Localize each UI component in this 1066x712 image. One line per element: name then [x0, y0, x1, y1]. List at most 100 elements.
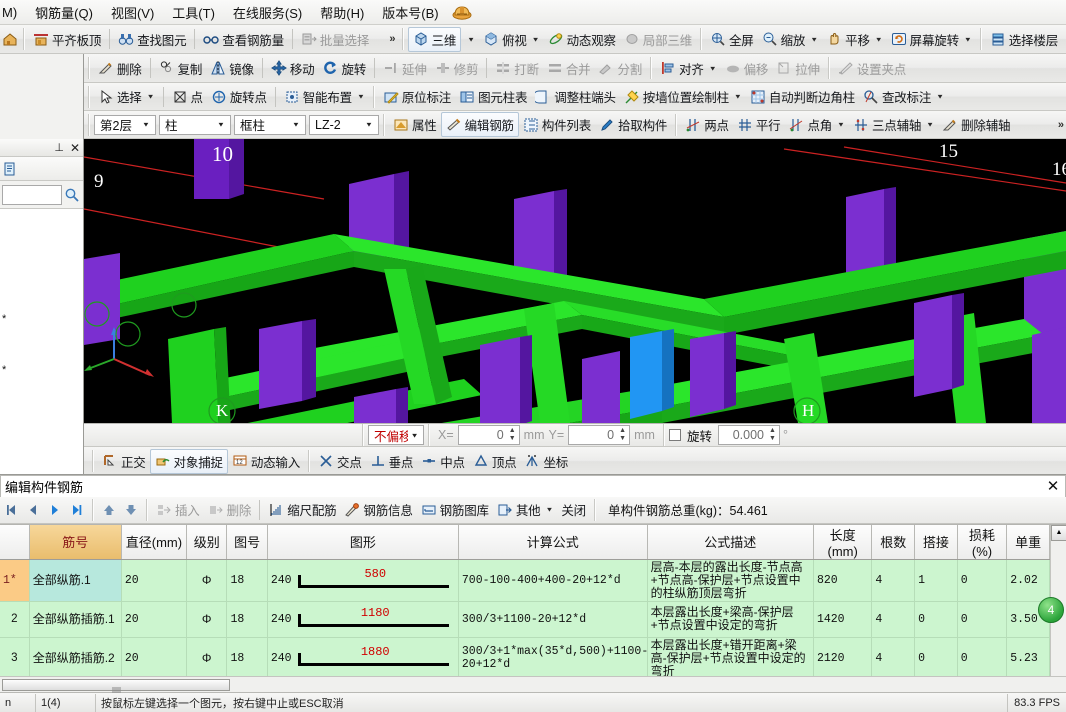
category-combo[interactable]: 柱 ▼ [159, 114, 231, 135]
row-formula[interactable]: 300/3+1*max(35*d,500)+1100-20+12*d [458, 637, 648, 676]
row-diameter[interactable]: 20 [121, 637, 188, 676]
row-figure-number[interactable]: 18 [226, 559, 268, 602]
snap-object[interactable]: 对象捕捉 [149, 448, 228, 474]
toolbar-parallel-axis[interactable]: 平行 [733, 113, 785, 136]
toolbar-two-point-axis[interactable]: 两点 [681, 113, 733, 136]
toolbar-orbit[interactable]: 动态观察 [544, 28, 620, 51]
snap-coordinate[interactable]: 坐标 [520, 450, 572, 473]
spinner-arrows-icon[interactable]: ▲ ▼ [507, 427, 518, 443]
snap-midpoint[interactable]: 中点 [417, 450, 469, 473]
row-formula-desc[interactable]: 层高-本层的露出长度-节点高+节点高-保护层+节点设置中的柱纵筋顶层弯折 [647, 559, 814, 602]
rebar-table-wrapper[interactable]: 筋号 直径(mm) 级别 图号 图形 计算公式 公式描述 长度(mm) 根数 搭… [0, 523, 1066, 676]
scroll-up-arrow-icon[interactable]: ▲ [1051, 524, 1066, 541]
close-icon[interactable]: ✕ [1044, 477, 1062, 495]
rebar-library[interactable]: 钢筋图库 [417, 498, 493, 521]
rotate-checkbox[interactable] [668, 429, 681, 441]
toolbar-element-column-table[interactable]: 图元柱表 [455, 85, 531, 108]
member-combo[interactable]: LZ-2 ▼ [309, 114, 379, 135]
toolbar-edit-rebar[interactable]: 编辑钢筋 [440, 112, 519, 137]
table-row[interactable]: 2 全部纵筋插筋.1 20 Φ 18 240 1180 300/3+1100-2… [0, 601, 1050, 638]
menu-file-truncated[interactable]: M) [0, 2, 26, 23]
row-grade[interactable]: Φ [186, 559, 228, 602]
col-rownum[interactable] [0, 524, 30, 560]
toolbar-3d-view-dropdown[interactable]: ▼ [461, 33, 479, 46]
row-shape[interactable]: 240 1180 [267, 601, 459, 638]
screen-rotate-caret-icon[interactable]: ▼ [964, 35, 972, 42]
row-formula-desc[interactable]: 本层露出长度+梁高-保护层+节点设置中设定的弯折 [647, 601, 814, 638]
toolbar-zoom[interactable]: 缩放 ▼ [758, 28, 823, 51]
row-lap[interactable]: 1 [914, 559, 958, 602]
toolbar-3d-view[interactable]: 三维 [407, 26, 462, 52]
subcategory-combo[interactable]: 框柱 ▼ [234, 114, 306, 135]
rebar-delete-row[interactable]: 删除 [204, 498, 256, 521]
chevron-down-icon[interactable]: ▼ [362, 121, 376, 128]
toolbar-align-slab-top[interactable]: 平齐板顶 [29, 28, 105, 51]
row-shape[interactable]: 240 580 [267, 559, 459, 602]
toolbar-three-point-aux-axis[interactable]: 三点辅轴 ▼ [849, 113, 938, 136]
toolbar-set-grip[interactable]: 设置夹点 [834, 57, 910, 80]
tree-item[interactable] [2, 345, 83, 362]
toolbar-point[interactable]: 点 [168, 85, 207, 108]
toolbar-in-place-annotation[interactable]: 原位标注 [379, 85, 455, 108]
next-record-button[interactable] [44, 499, 66, 521]
row-index[interactable]: 3 [0, 637, 30, 676]
toolbar-stretch[interactable]: 拉伸 [772, 57, 824, 80]
row-lap[interactable]: 0 [914, 601, 958, 638]
snap-dynamic-input[interactable]: 12 动态输入 [228, 450, 304, 473]
toolbar-pan[interactable]: 平移 ▼ [822, 28, 887, 51]
toolbar-select-floor[interactable]: 选择楼层 [986, 28, 1062, 51]
toolbar-extend[interactable]: 延伸 [379, 57, 431, 80]
toolbar-point-angle-axis[interactable]: 点角 ▼ [784, 113, 849, 136]
row-length[interactable]: 1420 [813, 601, 873, 638]
row-diameter[interactable]: 20 [121, 559, 188, 602]
menu-online-service[interactable]: 在线服务(S) [224, 0, 311, 25]
toolbar-rotate[interactable]: 旋转 [318, 57, 370, 80]
toolbar1-overflow-button[interactable]: » [385, 33, 397, 45]
smart-layout-caret-icon[interactable]: ▼ [357, 93, 365, 100]
row-index[interactable]: 1* [0, 559, 30, 602]
menu-version[interactable]: 版本号(B) [373, 0, 447, 25]
row-count[interactable]: 4 [871, 559, 916, 602]
toolbar4-overflow-button[interactable]: » [1054, 119, 1066, 131]
row-rebar-number[interactable]: 全部纵筋插筋.1 [29, 601, 122, 638]
select-caret-icon[interactable]: ▼ [147, 93, 155, 100]
tree-item[interactable] [2, 396, 83, 413]
row-index[interactable]: 2 [0, 601, 30, 638]
draw-column-by-wall-caret-icon[interactable]: ▼ [734, 93, 742, 100]
toolbar-copy[interactable]: 复制 [155, 57, 207, 80]
toolbar-overflow-left[interactable] [1, 29, 19, 49]
align-caret-icon[interactable]: ▼ [709, 64, 717, 71]
chevron-down-icon[interactable]: ▼ [289, 121, 303, 128]
search-input[interactable] [2, 184, 62, 205]
tree-item[interactable] [2, 260, 83, 277]
toolbar-rotate-point[interactable]: 旋转点 [207, 85, 271, 108]
rebar-info[interactable]: 钢筋信息 [340, 498, 416, 521]
toolbar-delete[interactable]: 删除 [94, 57, 146, 80]
col-loss[interactable]: 损耗(%) [957, 524, 1008, 560]
col-figure-number[interactable]: 图号 [226, 524, 268, 560]
status-badge[interactable]: 4 [1038, 596, 1064, 623]
row-unit-weight[interactable]: 2.02 [1006, 559, 1050, 602]
tree-item[interactable] [2, 294, 83, 311]
row-diameter[interactable]: 20 [121, 601, 188, 638]
toolbar-auto-corner-column[interactable]: 自动判断边角柱 [746, 85, 859, 108]
toolbar-split[interactable]: 分割 [594, 57, 646, 80]
row-lap[interactable]: 0 [914, 637, 958, 676]
tree-item[interactable] [2, 379, 83, 396]
prev-record-button[interactable] [22, 499, 44, 521]
col-shape[interactable]: 图形 [267, 524, 459, 560]
toolbar-top-view[interactable]: 俯视 ▼ [479, 28, 544, 51]
col-rebar-number[interactable]: 筋号 [29, 524, 122, 560]
col-formula-desc[interactable]: 公式描述 [647, 524, 814, 560]
check-edit-annotation-caret-icon[interactable]: ▼ [936, 93, 944, 100]
rebar-insert-row[interactable]: 插入 [152, 498, 204, 521]
zoom-caret-icon[interactable]: ▼ [810, 35, 818, 42]
top-view-caret-icon[interactable]: ▼ [532, 35, 540, 42]
tree-item[interactable] [2, 277, 83, 294]
toolbar-view-rebar-quantity[interactable]: 查看钢筋量 [199, 28, 288, 51]
toolbar-check-edit-annotation[interactable]: 查改标注 ▼ [859, 85, 948, 108]
move-up-button[interactable] [98, 499, 120, 521]
menu-help[interactable]: 帮助(H) [311, 0, 373, 25]
close-icon[interactable]: ✕ [70, 141, 80, 155]
table-row[interactable]: 1* 全部纵筋.1 20 Φ 18 240 580 700-100-400+40… [0, 559, 1050, 602]
